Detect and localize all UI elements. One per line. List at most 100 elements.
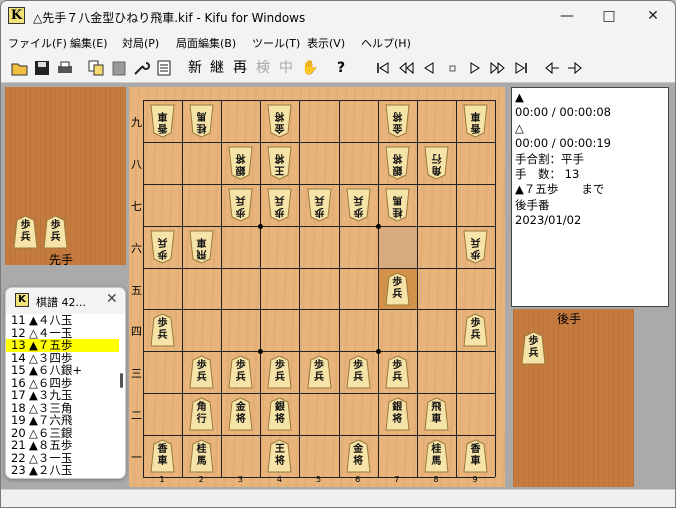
shogi-piece[interactable]: 香車 <box>463 439 488 473</box>
shogi-piece[interactable]: 歩兵 <box>521 331 546 365</box>
title-bar[interactable]: K △先手７八金型ひねり飛車.kif - Kifu for Windows — … <box>1 1 675 31</box>
shogi-piece[interactable]: 歩兵 <box>189 355 214 389</box>
shogi-piece[interactable]: 桂馬 <box>424 439 449 473</box>
shogi-piece[interactable]: 歩兵 <box>150 230 175 264</box>
grid-line <box>143 141 495 143</box>
star-point <box>258 349 264 355</box>
shogi-piece[interactable]: 銀将 <box>228 146 253 180</box>
shogi-piece[interactable]: 歩兵 <box>13 215 38 249</box>
kifu-title-bar[interactable]: K 棋譜 42... ✕ <box>6 288 125 314</box>
menu-position-edit[interactable]: 局面編集(B) <box>176 35 236 51</box>
shogi-piece[interactable]: 金将 <box>267 104 292 138</box>
piece-glyph-sub: 馬 <box>431 456 442 468</box>
shogi-piece[interactable]: 歩兵 <box>228 355 253 389</box>
menu-help[interactable]: ヘルプ(H) <box>361 35 411 51</box>
shogi-piece[interactable]: 飛車 <box>424 397 449 431</box>
shogi-piece[interactable]: 歩兵 <box>43 215 68 249</box>
grid-line <box>221 100 223 477</box>
shogi-piece[interactable]: 角行 <box>424 146 449 180</box>
info-line: ▲ <box>515 90 524 104</box>
last-icon[interactable] <box>512 59 530 77</box>
paste-icon[interactable] <box>110 59 128 77</box>
open-folder-icon[interactable] <box>11 59 29 77</box>
move-number: 11 <box>11 314 26 327</box>
grid-line <box>143 393 495 395</box>
shogi-piece[interactable]: 歩兵 <box>267 188 292 222</box>
copy-icon[interactable] <box>87 59 105 77</box>
back-icon[interactable] <box>420 59 438 77</box>
kifu-scrollbar-thumb[interactable] <box>120 373 123 388</box>
interrupt-button[interactable]: 中 <box>277 59 295 77</box>
shogi-piece[interactable]: 桂馬 <box>189 104 214 138</box>
shogi-piece[interactable]: 角行 <box>189 397 214 431</box>
back-5-icon[interactable] <box>397 59 415 77</box>
shogi-piece[interactable]: 王将 <box>267 146 292 180</box>
shogi-piece[interactable]: 銀将 <box>385 397 410 431</box>
maximize-icon[interactable]: □ <box>587 1 631 31</box>
kifu-app-icon: K <box>15 293 29 307</box>
shogi-piece[interactable]: 王将 <box>267 439 292 473</box>
close-icon[interactable]: ✕ <box>631 1 675 31</box>
file-label: 8 <box>433 475 439 484</box>
new-game-button[interactable]: 新 <box>186 59 204 77</box>
branch-forward-icon[interactable] <box>566 59 584 77</box>
shogi-piece[interactable]: 歩兵 <box>463 313 488 347</box>
menu-tools[interactable]: ツール(T) <box>252 35 300 51</box>
shogi-piece[interactable]: 香車 <box>463 104 488 138</box>
piece-glyph-sub: 馬 <box>196 109 207 121</box>
rank-label: 一 <box>131 451 142 465</box>
hand-icon[interactable]: ✋ <box>301 59 319 77</box>
menu-file[interactable]: ファイル(F) <box>8 35 67 51</box>
shogi-piece[interactable]: 歩兵 <box>267 355 292 389</box>
first-icon[interactable] <box>374 59 392 77</box>
analyze-button[interactable]: 検 <box>254 59 272 77</box>
file-label: 2 <box>198 475 204 484</box>
sente-hand-label: 先手 <box>49 253 74 267</box>
kifu-window: K 棋譜 42... ✕ 11 ▲４八玉 12 △４一玉 13 ▲７五歩 14 △３四歩 15 ▲… <box>5 287 126 479</box>
board-grid[interactable]: 香車桂馬金将金将香車銀将王将銀将角行歩兵歩兵歩兵歩兵桂馬歩兵飛車歩兵歩兵歩兵歩兵… <box>143 100 496 478</box>
grid-line <box>143 100 144 477</box>
shogi-piece[interactable]: 金将 <box>228 397 253 431</box>
close-icon[interactable]: ✕ <box>106 291 118 307</box>
shogi-piece[interactable]: 香車 <box>150 104 175 138</box>
game-info-panel: ▲ 00:00 / 00:00:08 △ 00:00 / 00:00:19 手合割：平手… <box>511 87 669 307</box>
gote-hand-label: 後手 <box>557 312 582 326</box>
horizontal-scrollbar[interactable] <box>1 489 675 507</box>
kifu-move-row[interactable]: 23 ▲２八玉 <box>6 464 119 477</box>
shogi-piece[interactable]: 歩兵 <box>385 355 410 389</box>
menu-game[interactable]: 対局(P) <box>122 35 159 51</box>
minimize-icon[interactable]: — <box>545 1 589 31</box>
shogi-piece[interactable]: 桂馬 <box>189 439 214 473</box>
shogi-piece[interactable]: 歩兵 <box>228 188 253 222</box>
shogi-piece[interactable]: 歩兵 <box>385 271 410 306</box>
forward-5-icon[interactable] <box>489 59 507 77</box>
print-icon[interactable] <box>56 59 74 77</box>
help-icon[interactable]: ? <box>332 59 350 77</box>
shogi-piece[interactable]: 歩兵 <box>346 355 371 389</box>
shogi-piece[interactable]: 歩兵 <box>306 188 332 222</box>
piece-glyph: 飛 <box>196 247 207 259</box>
shogi-piece[interactable]: 桂馬 <box>385 188 410 222</box>
menu-edit[interactable]: 編集(E) <box>70 35 108 51</box>
shogi-piece[interactable]: 金将 <box>385 104 410 138</box>
save-icon[interactable] <box>33 59 51 77</box>
shogi-piece[interactable]: 香車 <box>150 439 175 473</box>
piece-glyph-sub: 兵 <box>392 288 403 300</box>
shogi-piece[interactable]: 歩兵 <box>306 355 332 389</box>
continue-button[interactable]: 継 <box>208 59 226 77</box>
kifu-move-list[interactable]: 11 ▲４八玉 12 △４一玉 13 ▲７五歩 14 △３四歩 15 ▲６八銀+ 16 △６四歩 17 ▲… <box>6 314 119 478</box>
stop-icon[interactable] <box>443 59 461 77</box>
shogi-piece[interactable]: 飛車 <box>189 230 214 264</box>
shogi-piece[interactable]: 歩兵 <box>150 313 175 347</box>
wrench-icon[interactable] <box>132 59 150 77</box>
list-icon[interactable] <box>155 59 173 77</box>
menu-view[interactable]: 表示(V) <box>307 35 345 51</box>
shogi-piece[interactable]: 歩兵 <box>346 188 371 222</box>
branch-back-icon[interactable] <box>543 59 561 77</box>
shogi-piece[interactable]: 銀将 <box>267 397 292 431</box>
shogi-piece[interactable]: 歩兵 <box>463 230 488 264</box>
replay-button[interactable]: 再 <box>231 59 249 77</box>
shogi-piece[interactable]: 金将 <box>346 439 371 473</box>
shogi-piece[interactable]: 銀将 <box>385 146 410 180</box>
forward-icon[interactable] <box>466 59 484 77</box>
